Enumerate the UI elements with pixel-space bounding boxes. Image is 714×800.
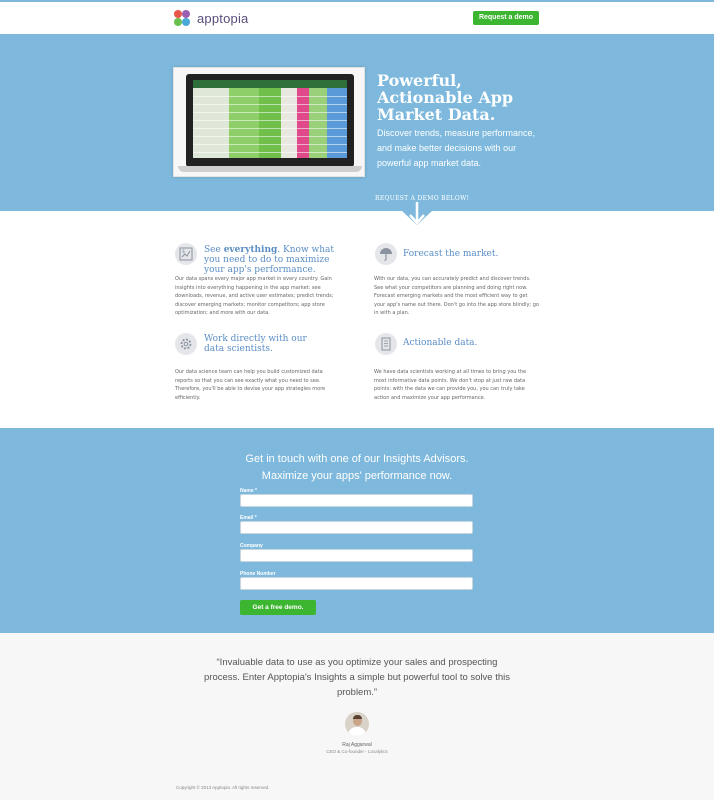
apptopia-logo-icon (174, 9, 191, 27)
copyright-text: Copyright © 2013 Apptopia. All rights re… (176, 785, 270, 790)
feature-text-forecast: With our data, you can accurately predic… (374, 276, 539, 316)
company-field[interactable] (240, 549, 473, 562)
feature-text-actionable: We have data scientists working at all t… (374, 369, 527, 401)
umbrella-icon (375, 243, 397, 265)
hero-subtitle: Discover trends, measure performance, an… (377, 128, 536, 168)
testimonial-author: Raj Aggarwal (342, 742, 372, 748)
testimonial-quote: “Invaluable data to use as you optimize … (204, 657, 510, 698)
email-field[interactable] (240, 521, 473, 534)
hero-title: Powerful, Actionable App Market Data. (377, 71, 514, 124)
apptopia-logo[interactable]: apptopia (174, 7, 248, 29)
arrow-down-icon (409, 202, 425, 225)
contact-heading: Get in touch with one of our Insights Ad… (245, 453, 469, 465)
svg-text:$: $ (182, 249, 185, 255)
feature-text-data-scientists: Our data science team can help you build… (175, 369, 326, 401)
avatar (345, 712, 369, 736)
feature-title-forecast: Forecast the market. (403, 249, 499, 259)
feature-text-see-everything: Our data spans every major app market in… (175, 276, 334, 316)
laptop-dashboard-image (173, 67, 365, 177)
name-field[interactable] (240, 494, 473, 507)
get-free-demo-button[interactable]: Get a free demo. (240, 600, 316, 615)
request-demo-below-label: REQUEST A DEMO BELOW! (375, 195, 470, 202)
feature-title-actionable: Actionable data. (403, 338, 478, 348)
site-header: apptopia Request a demo (0, 2, 714, 34)
dashboard-screenshot (193, 80, 347, 158)
logo-wordmark: apptopia (197, 10, 249, 26)
report-icon (375, 333, 397, 355)
gear-icon (175, 333, 197, 355)
chart-dollar-icon: $ (175, 243, 197, 265)
feature-title-see-everything: See everything. Know what you need to do… (204, 245, 335, 275)
contact-subheading: Maximize your apps' performance now. (261, 470, 453, 482)
testimonial-role: CEO & Co-founder - Localytics (326, 749, 388, 754)
phone-field[interactable] (240, 577, 473, 590)
feature-title-data-scientists: Work directly with our data scientists. (204, 334, 307, 354)
request-demo-button[interactable]: Request a demo (473, 11, 539, 25)
